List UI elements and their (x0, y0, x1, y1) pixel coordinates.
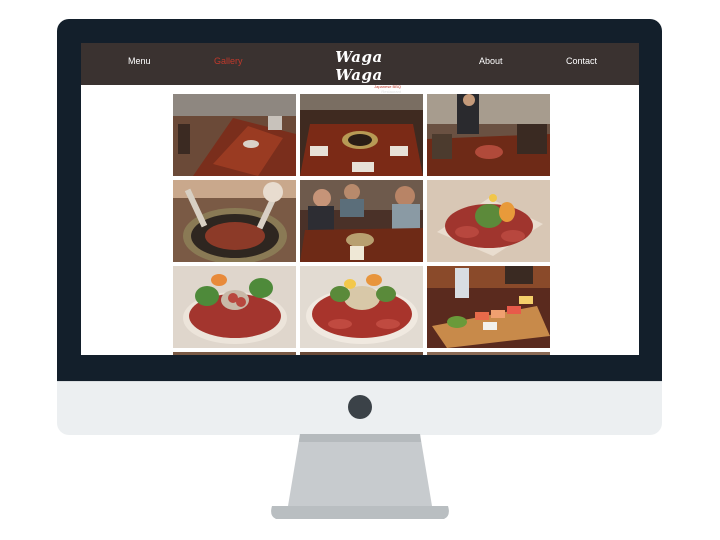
guests-at-table-photo[interactable] (300, 180, 423, 262)
meat-platter-photo[interactable] (173, 266, 296, 348)
grilling-meat-photo[interactable] (173, 180, 296, 262)
nav-contact[interactable]: Contact (566, 56, 597, 66)
group-dining-photo[interactable] (427, 94, 550, 176)
wagyu-platter-photo[interactable] (427, 180, 550, 262)
nav-gallery[interactable]: Gallery (214, 56, 243, 66)
table-setting-photo[interactable] (300, 94, 423, 176)
power-button (348, 395, 372, 419)
nav-about[interactable]: About (479, 56, 503, 66)
sushi-platter-photo[interactable] (427, 266, 550, 348)
website-screen: Menu Gallery Waga Waga Japanese BBQ Rest… (81, 43, 639, 355)
logo[interactable]: Waga Waga Japanese BBQ Restaurant (309, 48, 409, 94)
top-navigation: Menu Gallery Waga Waga Japanese BBQ Rest… (81, 43, 639, 94)
logo-name: Waga Waga (335, 48, 383, 84)
gallery-photo-partial[interactable] (173, 352, 296, 355)
deluxe-meat-platter-photo[interactable] (300, 266, 423, 348)
gallery-photo-partial[interactable] (427, 352, 550, 355)
dining-room-photo[interactable] (173, 94, 296, 176)
gallery-photo-partial[interactable] (300, 352, 423, 355)
nav-menu[interactable]: Menu (128, 56, 151, 66)
